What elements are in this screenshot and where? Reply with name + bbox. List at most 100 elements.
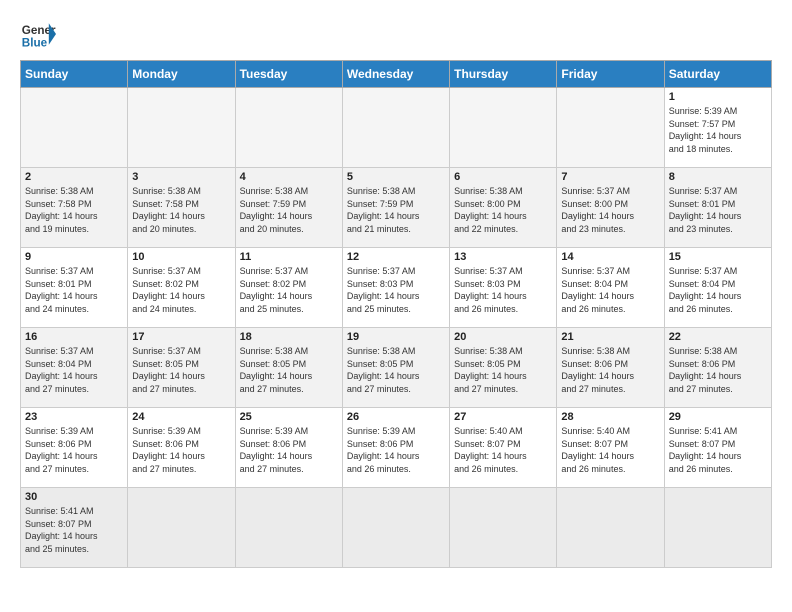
day-number: 28 <box>561 411 659 423</box>
day-number: 4 <box>240 171 338 183</box>
calendar-cell <box>235 88 342 168</box>
day-info: Sunrise: 5:37 AM Sunset: 8:02 PM Dayligh… <box>240 265 338 315</box>
calendar-cell: 15 Sunrise: 5:37 AM Sunset: 8:04 PM Dayli… <box>664 248 771 328</box>
day-info: Sunrise: 5:37 AM Sunset: 8:04 PM Dayligh… <box>25 345 123 395</box>
day-info: Sunrise: 5:38 AM Sunset: 8:06 PM Dayligh… <box>669 345 767 395</box>
day-number: 5 <box>347 171 445 183</box>
day-info: Sunrise: 5:37 AM Sunset: 8:00 PM Dayligh… <box>561 185 659 235</box>
calendar-week-2: 2 Sunrise: 5:38 AM Sunset: 7:58 PM Daylig… <box>21 168 772 248</box>
day-info: Sunrise: 5:38 AM Sunset: 8:05 PM Dayligh… <box>240 345 338 395</box>
logo: General Blue <box>20 16 56 52</box>
calendar-week-4: 16 Sunrise: 5:37 AM Sunset: 8:04 PM Dayli… <box>21 328 772 408</box>
day-info: Sunrise: 5:38 AM Sunset: 8:05 PM Dayligh… <box>347 345 445 395</box>
day-info: Sunrise: 5:37 AM Sunset: 8:04 PM Dayligh… <box>669 265 767 315</box>
day-number: 15 <box>669 251 767 263</box>
day-info: Sunrise: 5:38 AM Sunset: 7:59 PM Dayligh… <box>240 185 338 235</box>
weekday-header-friday: Friday <box>557 61 664 88</box>
day-number: 17 <box>132 331 230 343</box>
svg-text:Blue: Blue <box>22 37 48 50</box>
day-info: Sunrise: 5:39 AM Sunset: 8:06 PM Dayligh… <box>132 425 230 475</box>
day-info: Sunrise: 5:37 AM Sunset: 8:03 PM Dayligh… <box>454 265 552 315</box>
weekday-header-sunday: Sunday <box>21 61 128 88</box>
calendar-cell: 6Sunrise: 5:38 AM Sunset: 8:00 PM Daylig… <box>450 168 557 248</box>
calendar-cell <box>557 88 664 168</box>
weekday-header-wednesday: Wednesday <box>342 61 449 88</box>
day-number: 22 <box>669 331 767 343</box>
calendar-cell: 7Sunrise: 5:37 AM Sunset: 8:00 PM Daylig… <box>557 168 664 248</box>
day-number: 20 <box>454 331 552 343</box>
day-number: 2 <box>25 171 123 183</box>
calendar-cell: 24Sunrise: 5:39 AM Sunset: 8:06 PM Dayli… <box>128 408 235 488</box>
day-number: 16 <box>25 331 123 343</box>
calendar-cell <box>450 488 557 568</box>
weekday-header-tuesday: Tuesday <box>235 61 342 88</box>
calendar-cell: 26Sunrise: 5:39 AM Sunset: 8:06 PM Dayli… <box>342 408 449 488</box>
calendar-cell <box>557 488 664 568</box>
day-number: 12 <box>347 251 445 263</box>
day-info: Sunrise: 5:40 AM Sunset: 8:07 PM Dayligh… <box>561 425 659 475</box>
day-info: Sunrise: 5:39 AM Sunset: 7:57 PM Dayligh… <box>669 105 767 155</box>
calendar-cell: 29Sunrise: 5:41 AM Sunset: 8:07 PM Dayli… <box>664 408 771 488</box>
calendar-cell: 28 Sunrise: 5:40 AM Sunset: 8:07 PM Dayli… <box>557 408 664 488</box>
calendar-cell: 27 Sunrise: 5:40 AM Sunset: 8:07 PM Dayli… <box>450 408 557 488</box>
day-info: Sunrise: 5:37 AM Sunset: 8:05 PM Dayligh… <box>132 345 230 395</box>
day-number: 3 <box>132 171 230 183</box>
calendar-week-5: 23 Sunrise: 5:39 AM Sunset: 8:06 PM Dayli… <box>21 408 772 488</box>
calendar-cell: 10 Sunrise: 5:37 AM Sunset: 8:02 PM Dayli… <box>128 248 235 328</box>
weekday-header-saturday: Saturday <box>664 61 771 88</box>
day-info: Sunrise: 5:41 AM Sunset: 8:07 PM Dayligh… <box>25 505 123 555</box>
day-info: Sunrise: 5:38 AM Sunset: 8:00 PM Dayligh… <box>454 185 552 235</box>
day-number: 23 <box>25 411 123 423</box>
day-number: 30 <box>25 491 123 503</box>
calendar-cell: 11 Sunrise: 5:37 AM Sunset: 8:02 PM Dayli… <box>235 248 342 328</box>
day-number: 14 <box>561 251 659 263</box>
calendar-cell: 25 Sunrise: 5:39 AM Sunset: 8:06 PM Dayli… <box>235 408 342 488</box>
day-number: 9 <box>25 251 123 263</box>
day-info: Sunrise: 5:38 AM Sunset: 7:59 PM Dayligh… <box>347 185 445 235</box>
day-number: 19 <box>347 331 445 343</box>
calendar-cell: 14 Sunrise: 5:37 AM Sunset: 8:04 PM Dayli… <box>557 248 664 328</box>
weekday-header-thursday: Thursday <box>450 61 557 88</box>
calendar-cell: 16 Sunrise: 5:37 AM Sunset: 8:04 PM Dayli… <box>21 328 128 408</box>
calendar-week-1: 1Sunrise: 5:39 AM Sunset: 7:57 PM Daylig… <box>21 88 772 168</box>
day-info: Sunrise: 5:40 AM Sunset: 8:07 PM Dayligh… <box>454 425 552 475</box>
calendar-cell: 1Sunrise: 5:39 AM Sunset: 7:57 PM Daylig… <box>664 88 771 168</box>
calendar-cell: 2 Sunrise: 5:38 AM Sunset: 7:58 PM Daylig… <box>21 168 128 248</box>
weekday-header-monday: Monday <box>128 61 235 88</box>
day-info: Sunrise: 5:39 AM Sunset: 8:06 PM Dayligh… <box>240 425 338 475</box>
calendar-cell: 3 Sunrise: 5:38 AM Sunset: 7:58 PM Daylig… <box>128 168 235 248</box>
calendar-cell <box>342 88 449 168</box>
calendar-cell: 30 Sunrise: 5:41 AM Sunset: 8:07 PM Dayli… <box>21 488 128 568</box>
day-info: Sunrise: 5:38 AM Sunset: 8:05 PM Dayligh… <box>454 345 552 395</box>
calendar-cell: 19 Sunrise: 5:38 AM Sunset: 8:05 PM Dayli… <box>342 328 449 408</box>
day-info: Sunrise: 5:37 AM Sunset: 8:01 PM Dayligh… <box>25 265 123 315</box>
calendar-cell <box>235 488 342 568</box>
calendar-cell <box>128 88 235 168</box>
day-number: 26 <box>347 411 445 423</box>
calendar-cell <box>664 488 771 568</box>
calendar-table: SundayMondayTuesdayWednesdayThursdayFrid… <box>20 60 772 568</box>
calendar-cell: 21 Sunrise: 5:38 AM Sunset: 8:06 PM Dayli… <box>557 328 664 408</box>
calendar-cell <box>342 488 449 568</box>
calendar-cell: 17 Sunrise: 5:37 AM Sunset: 8:05 PM Dayli… <box>128 328 235 408</box>
day-info: Sunrise: 5:37 AM Sunset: 8:02 PM Dayligh… <box>132 265 230 315</box>
day-number: 21 <box>561 331 659 343</box>
day-number: 11 <box>240 251 338 263</box>
day-info: Sunrise: 5:37 AM Sunset: 8:04 PM Dayligh… <box>561 265 659 315</box>
day-info: Sunrise: 5:38 AM Sunset: 7:58 PM Dayligh… <box>25 185 123 235</box>
calendar-week-6: 30 Sunrise: 5:41 AM Sunset: 8:07 PM Dayli… <box>21 488 772 568</box>
logo-icon: General Blue <box>20 16 56 52</box>
day-number: 27 <box>454 411 552 423</box>
calendar-cell: 9 Sunrise: 5:37 AM Sunset: 8:01 PM Daylig… <box>21 248 128 328</box>
day-number: 25 <box>240 411 338 423</box>
day-number: 18 <box>240 331 338 343</box>
day-info: Sunrise: 5:41 AM Sunset: 8:07 PM Dayligh… <box>669 425 767 475</box>
day-info: Sunrise: 5:38 AM Sunset: 8:06 PM Dayligh… <box>561 345 659 395</box>
calendar-cell: 8Sunrise: 5:37 AM Sunset: 8:01 PM Daylig… <box>664 168 771 248</box>
calendar-cell: 23Sunrise: 5:39 AM Sunset: 8:06 PM Dayli… <box>21 408 128 488</box>
calendar-cell: 4 Sunrise: 5:38 AM Sunset: 7:59 PM Daylig… <box>235 168 342 248</box>
day-number: 10 <box>132 251 230 263</box>
day-info: Sunrise: 5:37 AM Sunset: 8:01 PM Dayligh… <box>669 185 767 235</box>
day-info: Sunrise: 5:38 AM Sunset: 7:58 PM Dayligh… <box>132 185 230 235</box>
calendar-cell: 22 Sunrise: 5:38 AM Sunset: 8:06 PM Dayli… <box>664 328 771 408</box>
